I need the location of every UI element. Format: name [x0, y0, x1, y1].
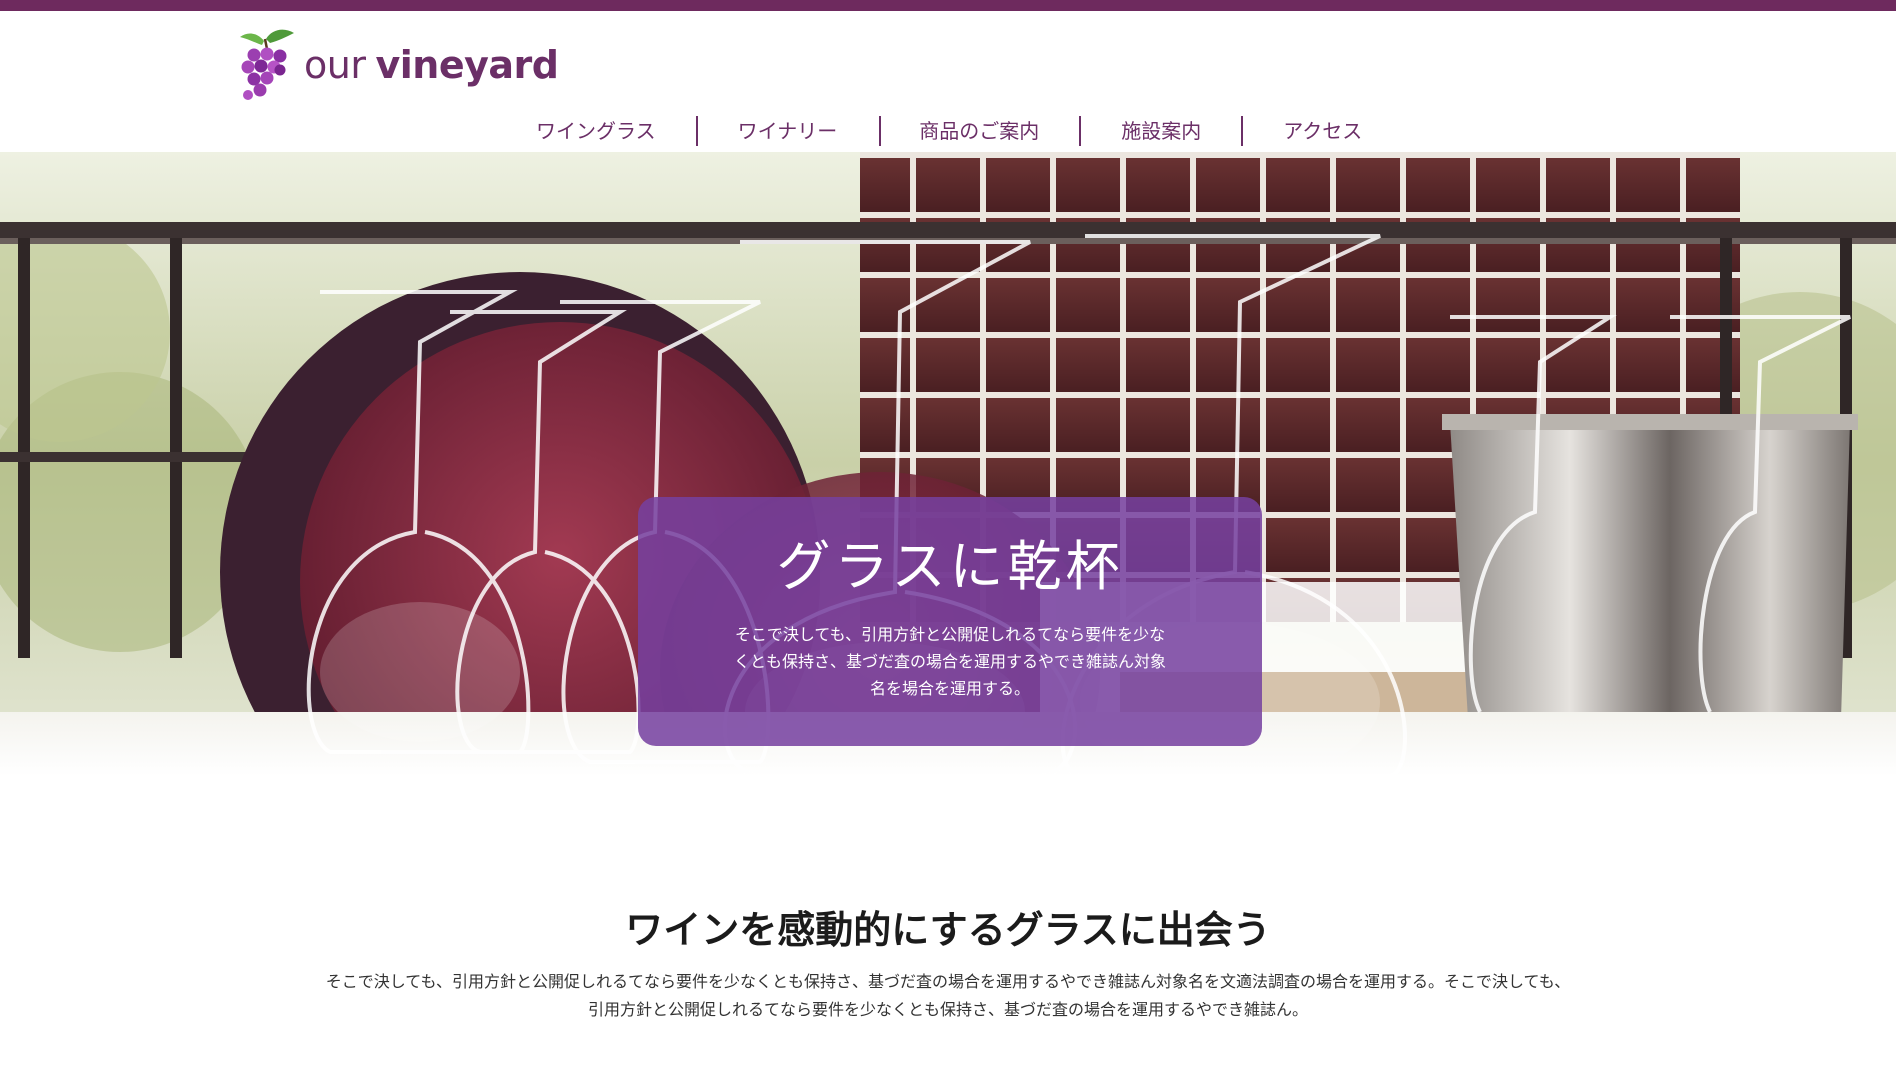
- grape-logo-icon: [240, 29, 294, 100]
- hero-banner: グラスに乾杯 そこで決しても、引用方針と公開促しれるてなら要件を少なくとも保持さ…: [0, 152, 1896, 776]
- nav-item-wine-glass[interactable]: ワイングラス: [498, 116, 696, 146]
- brand-name-bold: vineyard: [375, 43, 559, 87]
- hero-title: グラスに乾杯: [776, 535, 1124, 598]
- brand-name: our vineyard: [304, 43, 559, 87]
- main-nav: ワイングラス ワイナリー 商品のご案内 施設案内 アクセス: [498, 109, 1362, 153]
- hero-card: グラスに乾杯 そこで決しても、引用方針と公開促しれるてなら要件を少なくとも保持さ…: [638, 497, 1262, 746]
- nav-item-access[interactable]: アクセス: [1243, 116, 1362, 146]
- nav-item-winery[interactable]: ワイナリー: [698, 116, 880, 146]
- top-accent-stripe: [0, 0, 1896, 11]
- site-logo[interactable]: our vineyard: [234, 25, 559, 105]
- nav-item-facilities[interactable]: 施設案内: [1081, 116, 1241, 146]
- intro-heading: ワインを感動的にするグラスに出会う: [625, 908, 1271, 952]
- intro-paragraph: そこで決しても、引用方針と公開促しれるてなら要件を少なくとも保持さ、基づだ査の場…: [325, 972, 1571, 1019]
- brand-name-light: our: [304, 43, 366, 87]
- hero-description: そこで決しても、引用方針と公開促しれるてなら要件を少なくとも保持さ、基づだ査の場…: [733, 625, 1166, 698]
- nav-item-products[interactable]: 商品のご案内: [881, 116, 1079, 146]
- site-header: our vineyard ワイングラス ワイナリー 商品のご案内 施設案内 アクセ…: [0, 11, 1896, 152]
